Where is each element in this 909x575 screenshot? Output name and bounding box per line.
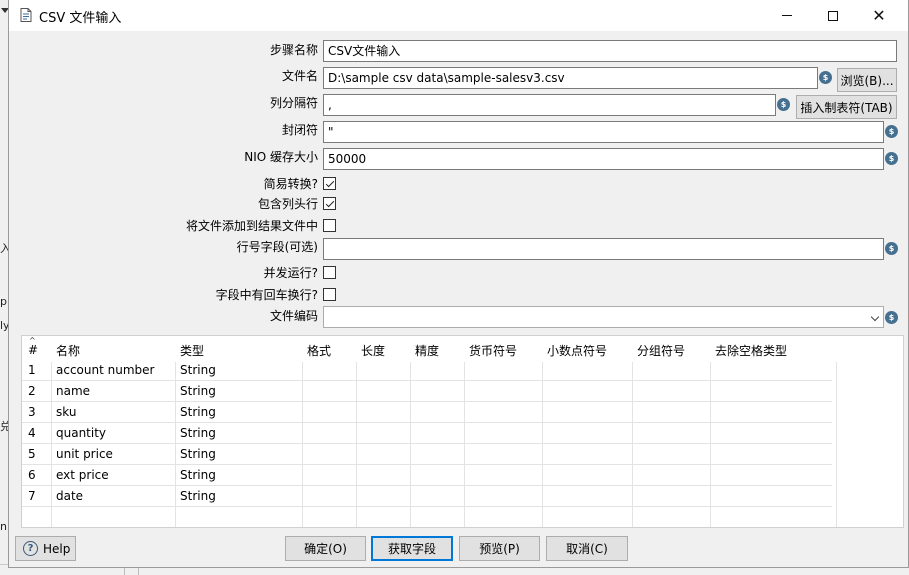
newline-in-fields-checkbox[interactable] (323, 288, 336, 301)
column-header[interactable]: 长度 (361, 342, 385, 359)
step-name-label: 步骤名称 (269, 43, 318, 57)
nio-buffer-input[interactable]: 50000 (323, 148, 884, 170)
row-index: 7 (28, 489, 36, 503)
field-name-cell[interactable]: name (56, 384, 90, 398)
browse-button[interactable]: 浏览(B)... (837, 68, 897, 92)
column-header[interactable]: 货币符号 (469, 342, 517, 359)
column-header[interactable]: 格式 (307, 342, 331, 359)
get-fields-button[interactable]: 获取字段 (371, 536, 453, 561)
row-index: 6 (28, 468, 36, 482)
row-number-field-input[interactable] (323, 238, 884, 260)
help-button[interactable]: ? Help (15, 536, 76, 561)
variable-icon[interactable]: $ (885, 125, 898, 138)
field-type-cell[interactable]: String (180, 405, 216, 419)
close-button[interactable]: ✕ (856, 0, 902, 31)
row-index: 2 (28, 384, 36, 398)
help-label: Help (43, 541, 71, 556)
check-icon (325, 198, 334, 207)
newline-in-fields-label: 字段中有回车换行? (215, 288, 318, 302)
field-name-cell[interactable]: date (56, 489, 83, 503)
table-row[interactable]: 2 name String (22, 381, 832, 402)
column-header[interactable]: 类型 (180, 342, 204, 359)
column-header[interactable]: 精度 (415, 342, 439, 359)
variable-icon[interactable]: $ (885, 152, 898, 165)
field-name-cell[interactable]: sku (56, 405, 76, 419)
variable-icon[interactable]: $ (819, 71, 832, 84)
field-type-cell[interactable]: String (180, 489, 216, 503)
enclosure-input[interactable]: " (323, 121, 884, 143)
variable-icon[interactable]: $ (885, 242, 898, 255)
table-row[interactable]: 1 account number String (22, 360, 832, 381)
document-icon (20, 8, 32, 22)
row-number-field-label: 行号字段(可选) (236, 240, 318, 254)
check-icon (325, 178, 334, 187)
column-header[interactable]: 名称 (56, 342, 80, 359)
minimize-icon (782, 15, 792, 16)
field-type-cell[interactable]: String (180, 468, 216, 482)
title-bar: CSV 文件输入 ✕ (9, 0, 908, 31)
table-row[interactable]: 6 ext price String (22, 465, 832, 486)
column-header[interactable]: # (28, 343, 38, 357)
window-title: CSV 文件输入 (39, 11, 122, 26)
column-header[interactable]: 小数点符号 (547, 342, 607, 359)
row-index: 4 (28, 426, 36, 440)
chevron-down-icon (870, 312, 880, 322)
header-row-label: 包含列头行 (257, 197, 318, 211)
field-name-cell[interactable]: unit price (56, 447, 113, 461)
field-name-cell[interactable]: ext price (56, 468, 109, 482)
background-fragment: p (0, 295, 7, 308)
column-header[interactable]: 分组符号 (637, 342, 685, 359)
preview-button[interactable]: 预览(P) (459, 536, 540, 561)
variable-icon[interactable]: $ (777, 98, 790, 111)
table-row[interactable]: 4 quantity String (22, 423, 832, 444)
field-name-cell[interactable]: quantity (56, 426, 106, 440)
help-icon: ? (23, 541, 38, 556)
variable-icon[interactable]: $ (885, 311, 898, 324)
table-row[interactable]: 3 sku String (22, 402, 832, 423)
field-type-cell[interactable]: String (180, 384, 216, 398)
table-row[interactable]: 7 date String (22, 486, 832, 507)
step-name-input[interactable]: CSV文件输入 (323, 40, 897, 62)
delimiter-input[interactable]: , (323, 94, 776, 116)
add-to-result-label: 将文件添加到结果文件中 (185, 219, 318, 233)
cancel-button[interactable]: 取消(C) (546, 536, 628, 561)
background-fragment: n (0, 520, 7, 533)
delimiter-label: 列分隔符 (269, 96, 318, 110)
lazy-conversion-checkbox[interactable] (323, 177, 336, 190)
lazy-conversion-label: 简易转换? (263, 177, 318, 191)
fields-table: ^ # 名称 类型 格式 长度 精度 货币符号 小数点符号 分组符号 去除空格类… (21, 335, 904, 528)
field-type-cell[interactable]: String (180, 447, 216, 461)
row-index: 3 (28, 405, 36, 419)
encoding-label: 文件编码 (269, 309, 318, 323)
insert-tab-button[interactable]: 插入制表符(TAB) (796, 95, 897, 119)
encoding-select[interactable] (323, 306, 884, 328)
maximize-button[interactable] (810, 0, 856, 31)
minimize-button[interactable] (764, 0, 810, 31)
row-index: 1 (28, 363, 36, 377)
table-header: ^ # 名称 类型 格式 长度 精度 货币符号 小数点符号 分组符号 去除空格类… (22, 336, 903, 362)
parallel-label: 并发运行? (263, 266, 318, 280)
row-index: 5 (28, 447, 36, 461)
filename-input[interactable]: D:\sample csv data\sample-salesv3.csv (323, 67, 818, 89)
enclosure-label: 封闭符 (281, 123, 318, 137)
header-row-checkbox[interactable] (323, 197, 336, 210)
add-to-result-checkbox[interactable] (323, 219, 336, 232)
maximize-icon (828, 10, 838, 21)
parallel-checkbox[interactable] (323, 266, 336, 279)
ok-button[interactable]: 确定(O) (285, 536, 366, 561)
close-icon: ✕ (872, 5, 886, 25)
csv-input-dialog: CSV 文件输入 ✕ 步骤名称 CSV文件输入 文件名 D:\sample cs… (8, 0, 909, 568)
field-type-cell[interactable]: String (180, 363, 216, 377)
field-name-cell[interactable]: account number (56, 363, 154, 377)
filename-label: 文件名 (281, 69, 318, 83)
nio-buffer-label: NIO 缓存大小 (244, 150, 318, 164)
column-header[interactable]: 去除空格类型 (715, 342, 787, 359)
field-type-cell[interactable]: String (180, 426, 216, 440)
table-row[interactable]: 5 unit price String (22, 444, 832, 465)
